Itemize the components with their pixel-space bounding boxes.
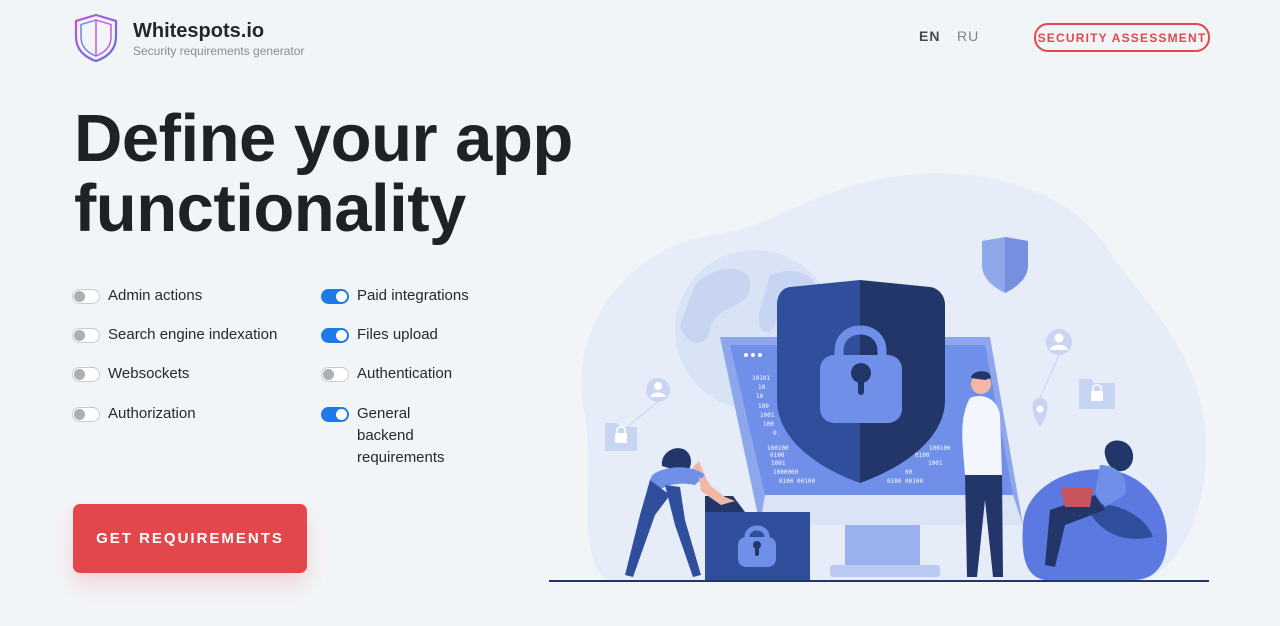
- svg-text:100: 100: [758, 403, 769, 410]
- svg-text:1001: 1001: [771, 460, 786, 467]
- locked-folder-icon: [605, 423, 637, 451]
- svg-text:1001: 1001: [760, 412, 775, 419]
- toggle-switch[interactable]: [321, 367, 349, 382]
- locked-folder-icon: [1079, 379, 1115, 409]
- language-en[interactable]: EN: [919, 28, 940, 44]
- page-title-line-1: Define your app: [74, 101, 573, 176]
- svg-text:10101: 10101: [752, 375, 770, 382]
- brand-logo[interactable]: Whitespots.io Security requirements gene…: [72, 13, 304, 63]
- svg-text:0100: 0100: [770, 452, 785, 459]
- svg-text:0100 00100: 0100 00100: [779, 478, 816, 485]
- page-title-line-2: functionality: [74, 171, 466, 246]
- toggle-admin-actions[interactable]: Admin actions: [72, 285, 202, 307]
- toggle-label: Websockets: [108, 365, 190, 382]
- svg-text:10: 10: [756, 393, 764, 400]
- toggle-authorization[interactable]: Authorization: [72, 403, 196, 425]
- brand-name: Whitespots.io: [133, 20, 265, 42]
- brand-subtitle: Security requirements generator: [133, 44, 305, 58]
- toggle-switch[interactable]: [321, 328, 349, 343]
- toggle-websockets[interactable]: Websockets: [72, 363, 189, 385]
- svg-text:100100: 100100: [929, 445, 951, 452]
- toggle-switch[interactable]: [72, 328, 100, 343]
- svg-text:0100 00100: 0100 00100: [887, 478, 924, 485]
- svg-text:1000000: 1000000: [773, 469, 799, 476]
- language-ru[interactable]: RU: [957, 28, 979, 44]
- toggle-label: Paid integrations: [357, 287, 469, 304]
- toggle-label: Authentication: [357, 365, 453, 382]
- toggle-switch[interactable]: [72, 367, 100, 382]
- get-requirements-button[interactable]: GET REQUIREMENTS: [73, 504, 307, 573]
- toggle-label: Authorization: [108, 405, 196, 422]
- toggle-label: Files upload: [357, 326, 438, 343]
- toggle-label: Search engine indexation: [108, 326, 278, 343]
- security-illustration: 10101 10 10 100 1001 100 0 100100 0100 1…: [549, 173, 1209, 582]
- svg-text:0: 0: [773, 430, 777, 437]
- svg-text:10: 10: [758, 384, 766, 391]
- toggle-switch[interactable]: [321, 407, 349, 422]
- shield-logo-icon: [74, 13, 118, 63]
- toggle-label: General backend requirements: [357, 405, 445, 466]
- svg-text:00: 00: [905, 469, 913, 476]
- security-assessment-button[interactable]: SECURITY ASSESSMENT: [1034, 23, 1210, 52]
- svg-text:100: 100: [763, 421, 774, 428]
- toggle-files-upload[interactable]: Files upload: [321, 324, 438, 346]
- toggle-switch[interactable]: [72, 289, 100, 304]
- svg-text:0100: 0100: [915, 452, 930, 459]
- toggle-authentication[interactable]: Authentication: [321, 363, 452, 385]
- toggle-label: Admin actions: [108, 287, 203, 304]
- svg-text:100100: 100100: [767, 445, 789, 452]
- toggle-switch[interactable]: [321, 289, 349, 304]
- toggle-general-backend-requirements[interactable]: General backend requirements: [321, 403, 445, 469]
- toggle-search-engine-indexation[interactable]: Search engine indexation: [72, 324, 277, 346]
- toggle-paid-integrations[interactable]: Paid integrations: [321, 285, 469, 307]
- page-title: Define your app functionality: [74, 104, 573, 244]
- svg-text:1001: 1001: [928, 460, 943, 467]
- toggle-switch[interactable]: [72, 407, 100, 422]
